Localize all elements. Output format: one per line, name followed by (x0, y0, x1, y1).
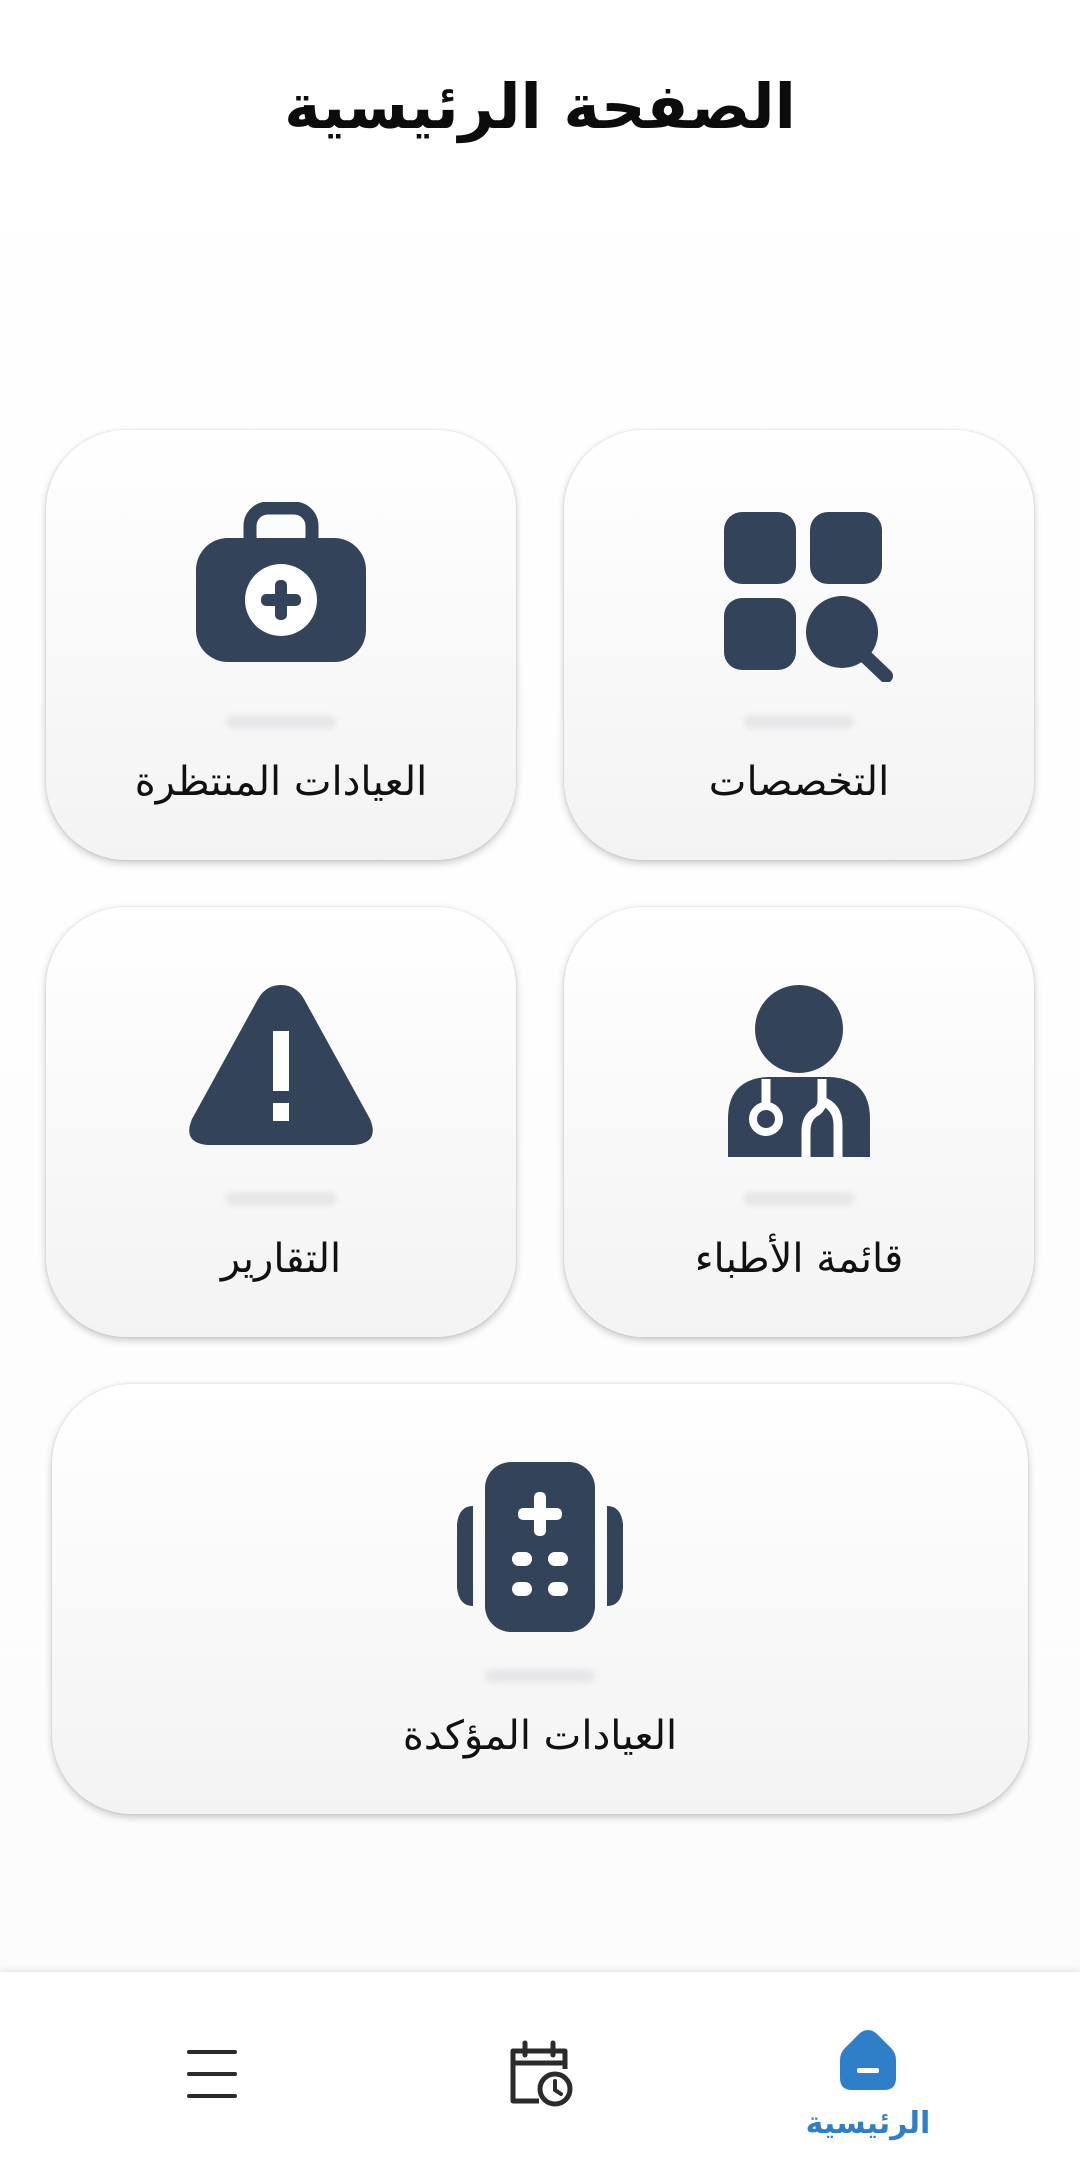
specialties-card[interactable]: التخصصات (564, 430, 1034, 860)
home-page: الصفحة الرئيسية التخصصات العيادات المنتظ… (0, 0, 1080, 1972)
card-shadow (226, 715, 336, 729)
card-shadow (744, 715, 854, 729)
pending-clinics-card[interactable]: العيادات المنتظرة (46, 430, 516, 860)
calendar-clock-icon (505, 2039, 575, 2109)
nav-home-label: الرئيسية (805, 2106, 931, 2141)
warning-icon (186, 979, 376, 1159)
medical-device-icon (445, 1456, 635, 1636)
card-shadow (226, 1192, 336, 1206)
card-shadow (744, 1192, 854, 1206)
doctors-list-label: قائمة الأطباء (694, 1236, 904, 1282)
menu-icon (177, 2039, 247, 2109)
card-shadow (485, 1669, 595, 1683)
doctor-icon (704, 979, 894, 1159)
page-title: الصفحة الرئيسية (284, 70, 796, 143)
nav-home[interactable]: الرئيسية (768, 1972, 968, 2176)
bottom-navigation: الرئيسية (0, 1972, 1080, 2176)
nav-calendar[interactable] (440, 1972, 640, 2176)
reports-label: التقارير (220, 1236, 342, 1282)
confirmed-clinics-label: العيادات المؤكدة (402, 1713, 678, 1759)
pending-clinics-label: العيادات المنتظرة (134, 759, 428, 805)
home-icon (833, 2026, 903, 2096)
doctors-list-card[interactable]: قائمة الأطباء (564, 907, 1034, 1337)
medical-kit-icon (186, 502, 376, 682)
specialties-label: التخصصات (708, 759, 890, 805)
specialties-search-icon (704, 502, 894, 682)
nav-menu[interactable] (112, 1972, 312, 2176)
reports-card[interactable]: التقارير (46, 907, 516, 1337)
confirmed-clinics-card[interactable]: العيادات المؤكدة (52, 1384, 1028, 1814)
